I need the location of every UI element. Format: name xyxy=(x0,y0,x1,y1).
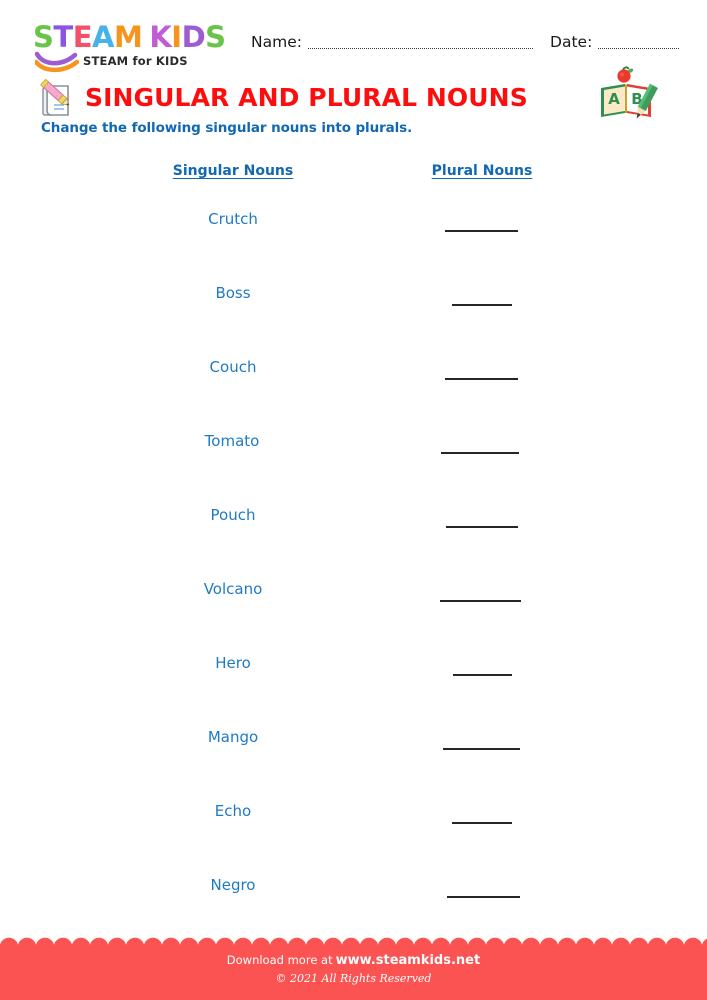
worksheet-page: STEAM KIDS STEAM for KIDS Name: Date: SI… xyxy=(0,0,707,1000)
singular-noun: Volcano xyxy=(203,580,263,598)
logo-letter-4: M xyxy=(113,20,143,54)
plural-answer-blank[interactable] xyxy=(446,526,518,528)
plural-answer-blank[interactable] xyxy=(445,378,518,380)
worksheet-row: Tomato xyxy=(0,422,707,496)
page-footer: Download more at www.steamkids.net © 2021… xyxy=(0,935,707,1000)
worksheet-row: Negro xyxy=(0,866,707,940)
name-label: Name: xyxy=(251,33,302,51)
worksheet-row: Crutch xyxy=(0,200,707,274)
worksheet-row: Hero xyxy=(0,644,707,718)
column-headers: Singular Nouns Plural Nouns xyxy=(0,163,707,185)
footer-download-label: Download more at xyxy=(226,953,333,967)
singular-noun: Negro xyxy=(210,876,256,894)
singular-noun: Hero xyxy=(215,654,251,672)
logo-letter-1: T xyxy=(53,20,73,54)
logo-letter-6: K xyxy=(149,20,172,54)
singular-noun: Pouch xyxy=(210,506,256,524)
plural-answer-blank[interactable] xyxy=(452,304,512,306)
plural-answer-blank[interactable] xyxy=(440,600,521,602)
singular-noun: Echo xyxy=(214,802,252,820)
date-input[interactable] xyxy=(598,34,679,49)
column-header-singular: Singular Nouns xyxy=(172,163,294,179)
logo-letter-3: A xyxy=(92,20,114,54)
worksheet-row: Couch xyxy=(0,348,707,422)
swoosh-icon xyxy=(35,51,79,73)
logo-letter-9: S xyxy=(205,20,226,54)
instruction-text: Change the following singular nouns into… xyxy=(41,120,413,136)
date-label: Date: xyxy=(550,33,593,51)
plural-answer-blank[interactable] xyxy=(443,748,520,750)
logo-wordmark: STEAM KIDS xyxy=(33,22,238,52)
worksheet-row: Pouch xyxy=(0,496,707,570)
footer-download-line: Download more at www.steamkids.net xyxy=(0,953,707,968)
worksheet-row: Volcano xyxy=(0,570,707,644)
singular-noun: Couch xyxy=(209,358,257,376)
svg-text:A: A xyxy=(608,90,620,108)
pencil-on-notepad-icon xyxy=(40,78,70,116)
column-header-plural: Plural Nouns xyxy=(431,163,533,179)
logo-letter-8: D xyxy=(181,20,206,54)
worksheet-row: Boss xyxy=(0,274,707,348)
name-date-fields: Name: Date: xyxy=(251,34,679,51)
singular-noun: Crutch xyxy=(208,210,258,228)
logo-tagline: STEAM for KIDS xyxy=(83,54,188,68)
plural-answer-blank[interactable] xyxy=(445,230,518,232)
plural-answer-blank[interactable] xyxy=(447,896,520,898)
worksheet-row: Echo xyxy=(0,792,707,866)
footer-website-link[interactable]: www.steamkids.net xyxy=(336,953,481,968)
worksheet-rows: Crutch Boss Couch Tomato Pouch Volcano Hero Man… xyxy=(0,200,707,940)
logo-letter-2: E xyxy=(72,20,93,54)
plural-answer-blank[interactable] xyxy=(453,674,512,676)
footer-copyright: © 2021 All Rights Reserved xyxy=(275,972,432,985)
page-header: STEAM KIDS STEAM for KIDS Name: Date: xyxy=(33,22,679,78)
page-title: SINGULAR AND PLURAL NOUNS xyxy=(85,83,528,112)
logo-letter-7: I xyxy=(171,20,182,54)
plural-answer-blank[interactable] xyxy=(452,822,512,824)
worksheet-row: Mango xyxy=(0,718,707,792)
steam-kids-logo[interactable]: STEAM KIDS STEAM for KIDS xyxy=(33,22,238,73)
title-row: SINGULAR AND PLURAL NOUNS A B xyxy=(33,66,679,124)
singular-noun: Mango xyxy=(207,728,259,746)
abc-book-apple-pencil-icon: A B xyxy=(601,66,658,119)
singular-noun: Boss xyxy=(215,284,251,302)
plural-answer-blank[interactable] xyxy=(441,452,519,454)
logo-subrow: STEAM for KIDS xyxy=(33,51,238,73)
name-input[interactable] xyxy=(307,34,534,49)
singular-noun: Tomato xyxy=(204,432,260,450)
logo-letter-0: S xyxy=(33,20,54,54)
